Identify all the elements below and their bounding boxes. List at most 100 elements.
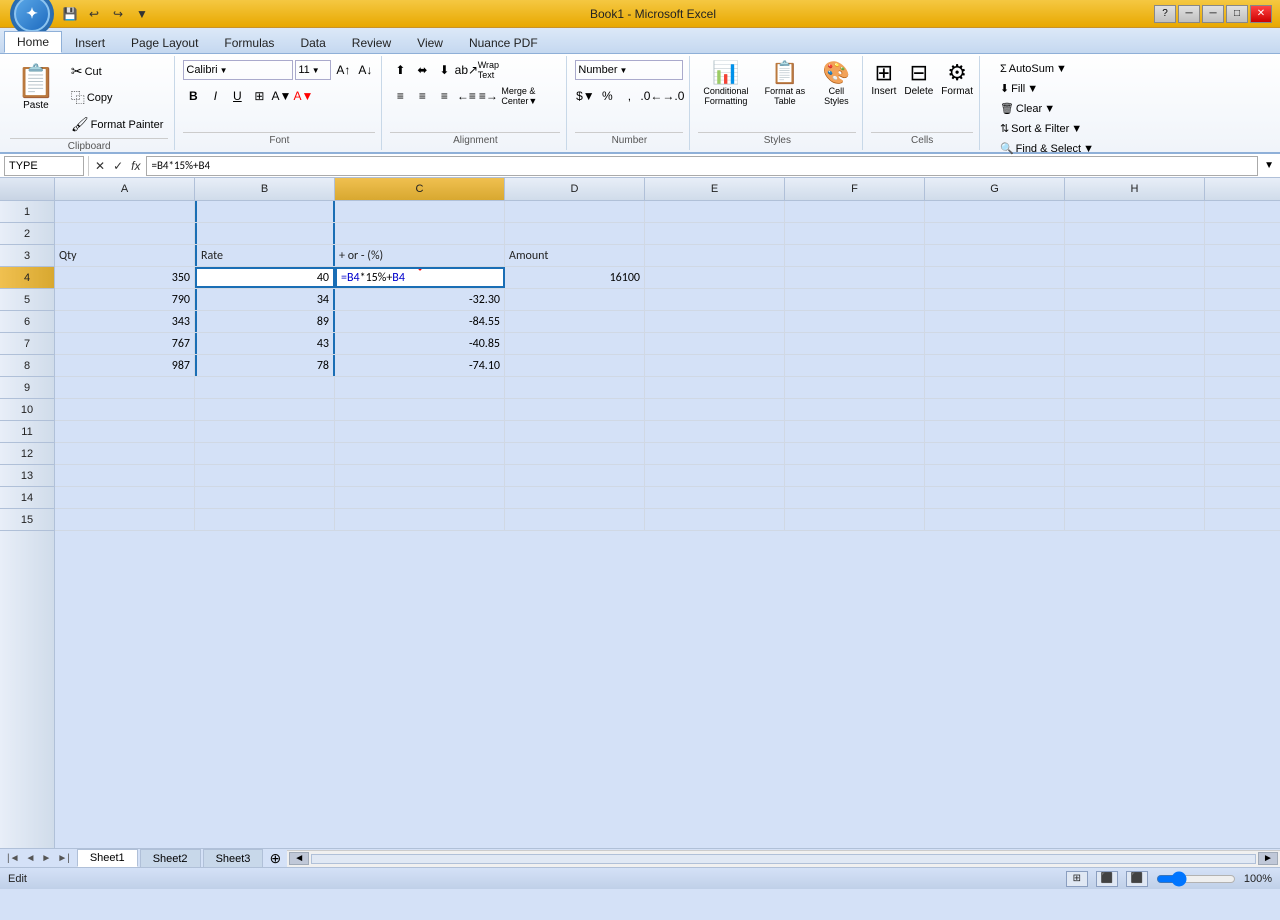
cell-H2[interactable] [1065,223,1205,244]
cell-A15[interactable] [55,509,195,530]
cell-G5[interactable] [925,289,1065,310]
zoom-slider[interactable] [1156,872,1236,886]
cell-B2[interactable] [195,223,335,244]
redo-qa-btn[interactable]: ↪ [108,4,128,24]
cell-D6[interactable] [505,311,645,332]
cell-G15[interactable] [925,509,1065,530]
cell-B6[interactable]: 89 [195,311,335,332]
cell-G8[interactable] [925,355,1065,376]
tab-view[interactable]: View [404,31,456,53]
cell-E7[interactable] [645,333,785,354]
cell-H5[interactable] [1065,289,1205,310]
format-as-table-btn[interactable]: 📋 Format as Table [757,60,812,106]
cell-C8[interactable]: -74.10 [335,355,505,376]
cell-C7[interactable]: -40.85 [335,333,505,354]
sheet-tab-2[interactable]: Sheet2 [140,849,201,867]
cell-E5[interactable] [645,289,785,310]
customize-qa-btn[interactable]: ▼ [132,4,152,24]
cell-B15[interactable] [195,509,335,530]
cell-D3[interactable]: Amount [505,245,645,266]
sheet-tab-3[interactable]: Sheet3 [203,849,264,867]
scroll-right-btn[interactable]: ► [1258,852,1278,865]
autosum-btn[interactable]: Σ AutoSum ▼ [995,60,1072,78]
cell-A8[interactable]: 987 [55,355,195,376]
cut-button[interactable]: ✂ Cut [66,60,169,83]
merge-center-btn[interactable]: Merge & Center▼ [500,86,560,106]
col-header-G[interactable]: G [925,178,1065,200]
sheet-add-btn[interactable]: ⊕ [265,849,285,867]
cell-G10[interactable] [925,399,1065,420]
row-header-4[interactable]: 4 [0,267,54,289]
cell-E13[interactable] [645,465,785,486]
cell-D11[interactable] [505,421,645,442]
cell-E9[interactable] [645,377,785,398]
cell-A9[interactable] [55,377,195,398]
scroll-thumb-h[interactable] [311,854,1256,864]
decrease-indent-btn[interactable]: ←≡ [456,86,476,106]
row-header-7[interactable]: 7 [0,333,54,355]
wrap-text-btn[interactable]: Wrap Text [478,60,498,80]
cell-F9[interactable] [785,377,925,398]
cell-D4[interactable]: 16100 [505,267,645,288]
cell-H7[interactable] [1065,333,1205,354]
cell-D5[interactable] [505,289,645,310]
row-header-2[interactable]: 2 [0,223,54,245]
cell-D2[interactable] [505,223,645,244]
cell-F11[interactable] [785,421,925,442]
row-header-5[interactable]: 5 [0,289,54,311]
cell-F14[interactable] [785,487,925,508]
cell-F4[interactable] [785,267,925,288]
cell-H14[interactable] [1065,487,1205,508]
cell-H1[interactable] [1065,201,1205,222]
sheet-next-btn[interactable]: ► [38,853,54,864]
number-format-dropdown[interactable]: Number ▼ [575,60,683,80]
cell-G13[interactable] [925,465,1065,486]
maximize-btn[interactable]: □ [1226,5,1248,23]
align-bottom-btn[interactable]: ⬇ [434,60,454,80]
cell-F2[interactable] [785,223,925,244]
align-right-btn[interactable]: ≡ [434,86,454,106]
confirm-formula-icon[interactable]: ✓ [111,159,125,173]
border-btn[interactable]: ⊞ [249,86,269,106]
cell-H8[interactable] [1065,355,1205,376]
cell-E10[interactable] [645,399,785,420]
cell-B1[interactable] [195,201,335,222]
cell-A10[interactable] [55,399,195,420]
cell-H9[interactable] [1065,377,1205,398]
cell-A12[interactable] [55,443,195,464]
cell-H4[interactable] [1065,267,1205,288]
col-header-A[interactable]: A [55,178,195,200]
copy-button[interactable]: ⿻ Copy [66,85,169,111]
cell-B5[interactable]: 34 [195,289,335,310]
cell-C1[interactable] [335,201,505,222]
cell-F7[interactable] [785,333,925,354]
cell-D8[interactable] [505,355,645,376]
row-header-6[interactable]: 6 [0,311,54,333]
italic-btn[interactable]: I [205,86,225,106]
row-header-8[interactable]: 8 [0,355,54,377]
cell-B13[interactable] [195,465,335,486]
sort-filter-btn[interactable]: ⇅ Sort & Filter ▼ [995,119,1087,138]
cell-styles-btn[interactable]: 🎨 Cell Styles [816,60,856,106]
cell-A5[interactable]: 790 [55,289,195,310]
cell-G11[interactable] [925,421,1065,442]
cell-C5[interactable]: -32.30 [335,289,505,310]
normal-view-btn[interactable]: ⊞ [1066,871,1088,887]
cell-B8[interactable]: 78 [195,355,335,376]
cell-B14[interactable] [195,487,335,508]
row-header-15[interactable]: 15 [0,509,54,531]
col-header-F[interactable]: F [785,178,925,200]
cell-C12[interactable] [335,443,505,464]
scroll-left-btn[interactable]: ◄ [289,852,309,865]
tab-review[interactable]: Review [339,31,404,53]
cell-E11[interactable] [645,421,785,442]
cell-H15[interactable] [1065,509,1205,530]
cell-E1[interactable] [645,201,785,222]
cancel-formula-icon[interactable]: ✕ [93,159,107,173]
sheet-first-btn[interactable]: |◄ [4,853,23,864]
align-middle-btn[interactable]: ⬌ [412,60,432,80]
minimize-btn[interactable]: ─ [1202,5,1224,23]
cell-D14[interactable] [505,487,645,508]
tab-formulas[interactable]: Formulas [211,31,287,53]
cell-C6[interactable]: -84.55 [335,311,505,332]
